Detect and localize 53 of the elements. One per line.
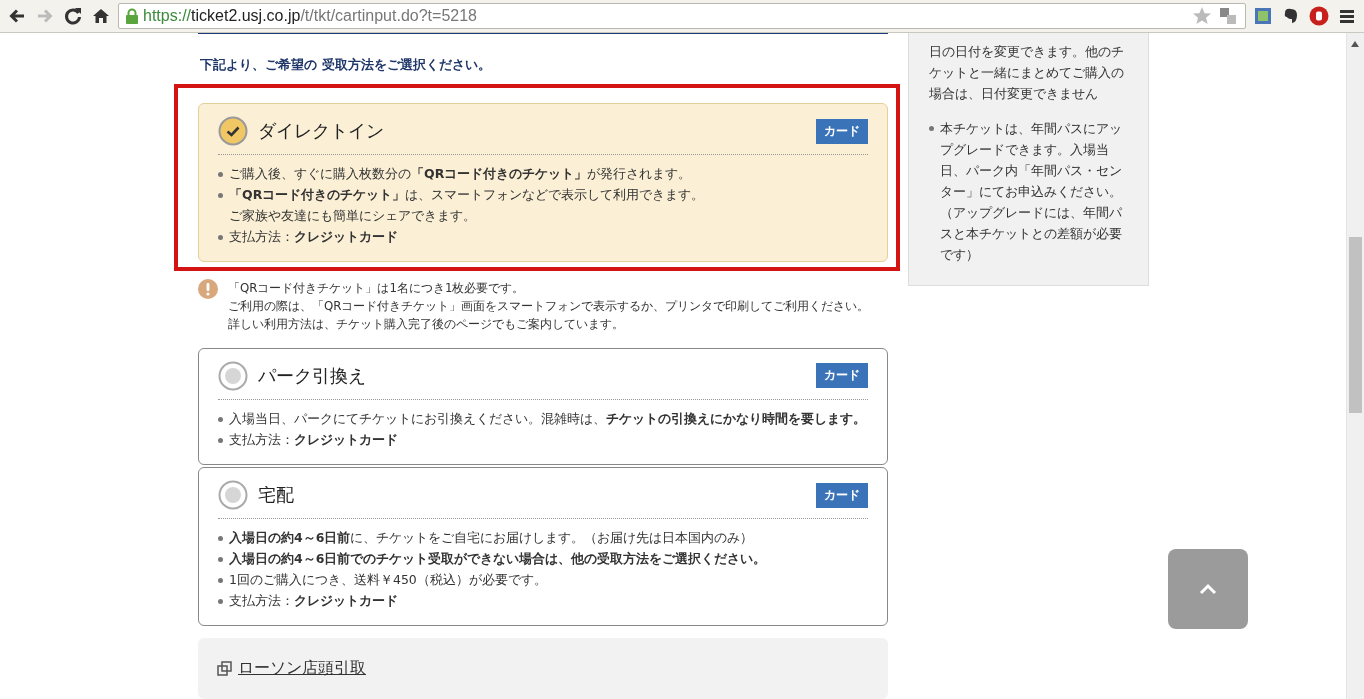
option-detail-text: 支払方法：クレジットカード (229, 592, 398, 610)
external-window-icon (217, 661, 232, 676)
bullet-icon (218, 416, 223, 422)
delivery-option-card[interactable]: ダイレクトイン カード ご購入後、すぐに購入枚数分の「QRコード付きのチケット」が発行されます。 「QRコード付きのチケット」は、スマートフォンなどで表示して利用できます。 ご家族や友達にも簡単にシェアできます。 支払方法：クレジットカード (198, 103, 888, 263)
radio-icon[interactable] (218, 360, 248, 391)
delivery-option-card[interactable]: ローソン店頭引取 (198, 638, 888, 699)
scrollbar[interactable] (1346, 33, 1364, 699)
stop-hand-icon[interactable] (1308, 5, 1330, 27)
bullet-icon (218, 599, 223, 604)
notice-text: ご利用の際は、「QRコード付きチケット」画面をスマートフォンで表示するか、プリンタで印刷してご利用ください。 (228, 298, 870, 316)
bullet-icon (218, 536, 223, 541)
url-text: https://ticket2.usj.co.jp/t/tkt/cartinput.do?t=5218 (143, 7, 477, 25)
scroll-up-icon[interactable] (1351, 41, 1359, 47)
bullet-icon (218, 557, 223, 562)
bullet-icon (218, 437, 223, 443)
bullet-icon (218, 578, 223, 583)
lock-icon (125, 8, 139, 24)
option-detail-text: 1回のご購入につき、送料￥450（税込）が必要です。 (229, 571, 547, 589)
notice-text: 「QRコード付きチケット」は1名につき1枚必要です。 (228, 280, 526, 298)
bullet-icon (218, 193, 223, 199)
option-title: 宅配 (258, 483, 295, 507)
option-link[interactable]: ローソン店頭引取 (238, 658, 366, 679)
extension-icon[interactable] (1252, 5, 1274, 27)
delivery-option-card[interactable]: 宅配 カード 入場日の約4～6日前に、チケットをご自宅にお届けします。（お届け先は日本国内のみ） 入場日の約4～6日前でのチケット受取ができない場合は、他の受取方法をご選択ください。 1回のご購入につき、送料￥450（税込）が必要です。 支払方法：クレジットカード (198, 467, 888, 626)
scrollbar-thumb[interactable] (1349, 237, 1362, 413)
payment-tag: カード (816, 363, 868, 388)
option-title: ダイレクトイン (258, 119, 385, 144)
reload-icon[interactable] (62, 5, 84, 27)
chevron-up-icon (1198, 583, 1218, 595)
delivery-option-card[interactable]: パーク引換え カード 入場当日、パークにてチケットにお引換えください。混雑時は、チケットの引換えにかなり時間を要します。 支払方法：クレジットカード (198, 347, 888, 465)
option-detail-text: 支払方法：クレジットカード (229, 430, 398, 449)
option-title: パーク引換え (258, 363, 367, 388)
bullet-icon (929, 126, 934, 131)
option-detail-text: 入場当日、パークにてチケットにお引換えください。混雑時は、チケットの引換えにかなり時間を要します。 (229, 409, 866, 428)
warning-icon (198, 279, 218, 300)
sidebar-text: 日の日付を変更できます。他のチケットと一緒にまとめてご購入の場合は、日付変更できません (929, 43, 1125, 103)
translate-icon[interactable] (1217, 5, 1239, 27)
option-detail-text: 入場日の約4～6日前でのチケット受取ができない場合は、他の受取方法をご選択ください。 (229, 550, 767, 568)
option-detail-text: ご購入後、すぐに購入枚数分の「QRコード付きのチケット」が発行されます。 (229, 165, 692, 184)
checked-radio-icon[interactable] (218, 116, 248, 147)
option-detail-text: ご家族や友達にも簡単にシェアできます。 (229, 207, 476, 226)
radio-icon[interactable] (218, 480, 248, 510)
payment-tag: カード (816, 118, 868, 144)
option-detail-text: 入場日の約4～6日前に、チケットをご自宅にお届けします。（お届け先は日本国内のみ） (229, 529, 754, 547)
bullet-icon (218, 235, 223, 241)
notice-text: 詳しい利用方法は、チケット購入完了後のページでもご案内しています。 (228, 316, 625, 334)
option-detail-text: 支払方法：クレジットカード (229, 228, 398, 247)
payment-tag: カード (816, 482, 868, 508)
address-bar[interactable]: https://ticket2.usj.co.jp/t/tkt/cartinput.do?t=5218 (118, 3, 1246, 29)
instruction-text: 下記より、ご希望の 受取方法をご選択ください。 (200, 56, 492, 75)
sidebar-text: 本チケットは、年間パスにアップグレードできます。入場当日、パーク内「年間パス・センター」にてお申込みください。（アップグレードには、年間パスと本チケットとの差額が必要です） (940, 120, 1123, 264)
bullet-icon (218, 172, 223, 178)
option-detail-text: 「QRコード付きのチケット」は、スマートフォンなどで表示して利用できます。 (229, 186, 705, 205)
